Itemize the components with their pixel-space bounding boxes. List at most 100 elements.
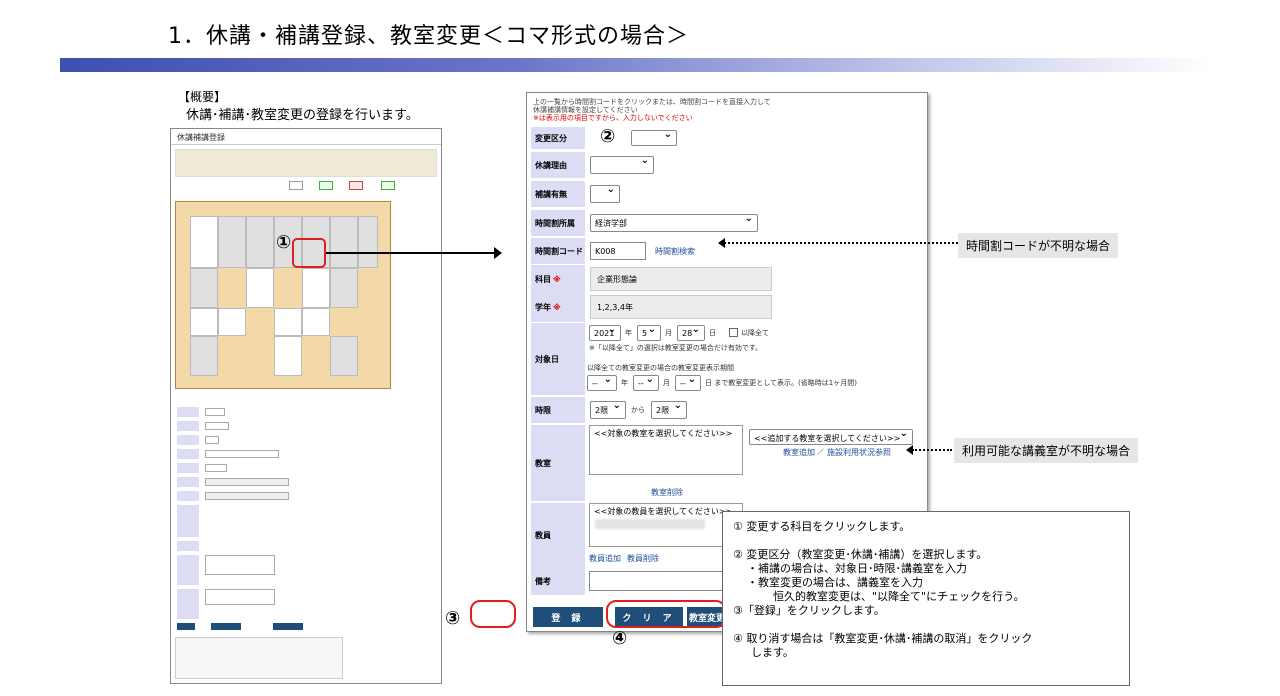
screen-thumbnail: 休講補講登録 <box>170 128 442 684</box>
subject-display-mark: ※ <box>553 275 561 284</box>
callout-unknown-room: 利用可能な講義室が不明な場合 <box>954 438 1139 463</box>
delete-teacher-link[interactable]: 教員削除 <box>627 553 659 564</box>
thumbnail-form-label <box>177 589 199 619</box>
subject-label: 科目 ※ <box>531 265 585 294</box>
period-from-select[interactable]: 2限 <box>590 400 626 419</box>
add-classroom-select[interactable]: <<追加する教室を選択してください>> <box>749 428 913 445</box>
row-target-date: 対象日 2021 年 5 月 28 日 以降全て ※「以降全て」の選択は教室変更… <box>531 323 925 395</box>
makeup-select[interactable] <box>590 184 620 203</box>
target-classroom-listbox[interactable]: <<対象の教室を選択してください>> <box>589 425 743 475</box>
add-classroom-link[interactable]: 教室追加 <box>783 447 815 458</box>
affiliation-select[interactable]: 経済学部 <box>590 213 758 232</box>
timetable-cell <box>330 336 358 376</box>
from-month-select[interactable]: -- <box>633 374 659 391</box>
period-kara: から <box>631 406 645 414</box>
thumbnail-form-label <box>177 463 199 473</box>
intro-line-3: ※は表示用の項目ですから、入力しないでください <box>533 114 693 122</box>
thumbnail-form <box>175 391 353 621</box>
all-after-checkbox[interactable] <box>729 328 738 337</box>
from-month-unit: 月 <box>663 379 670 387</box>
day-unit: 日 <box>709 329 716 337</box>
callout-dotted-line <box>724 242 958 244</box>
thumbnail-form-field <box>205 436 219 444</box>
register-button[interactable]: 登 録 <box>533 607 603 627</box>
classroom-label: 教室 <box>531 425 585 501</box>
month-unit: 月 <box>665 329 672 337</box>
cancel-reason-label: 休講理由 <box>531 152 585 178</box>
note-step-1: ① 変更する科目をクリックします。 <box>733 520 911 533</box>
note-step-4a: ④ 取り消す場合は「教室変更･休講･補講の取消」をクリック <box>733 632 1033 645</box>
from-year-select[interactable]: -- <box>587 374 617 391</box>
change-type-select[interactable] <box>631 129 677 146</box>
callout-dotted-line <box>912 449 952 451</box>
grade-label-text: 学年 <box>535 303 551 312</box>
cancel-reason-select[interactable] <box>590 155 654 174</box>
year-select[interactable]: 2021 <box>589 324 621 341</box>
thumbnail-form-field <box>205 450 279 458</box>
subject-label-text: 科目 <box>535 275 551 284</box>
remarks-input[interactable] <box>589 571 739 591</box>
timetable-cell <box>330 268 358 308</box>
title-gradient-bar <box>60 58 1210 72</box>
step-marker-3: ③ <box>445 608 461 629</box>
redacted-teacher-name <box>595 519 705 529</box>
thumbnail-form-label <box>177 505 199 537</box>
thumbnail-button <box>289 181 303 190</box>
note-step-2b: ・教室変更の場合は、講義室を入力 <box>747 576 923 589</box>
target-date-label: 対象日 <box>531 323 585 395</box>
facility-usage-link[interactable]: 施設利用状況参照 <box>827 447 891 458</box>
period-suffix: 日 まで教室変更として表示。(省略時は1ヶ月間) <box>705 379 857 387</box>
thumbnail-form-field <box>205 422 229 430</box>
thumbnail-form-label <box>177 491 199 501</box>
thumbnail-form-label <box>177 477 199 487</box>
thumbnail-search-panel <box>175 149 437 177</box>
timetable-cell <box>274 336 302 376</box>
arrow-line <box>326 252 496 254</box>
grade-display: 1,2,3,4年 <box>590 295 772 319</box>
timetable-cell <box>358 216 378 268</box>
thumbnail-form-field <box>205 589 275 605</box>
overview-heading: 【概要】 <box>178 90 227 104</box>
thumbnail-timetable-grid <box>175 201 391 389</box>
timetable-cell <box>246 216 274 268</box>
add-teacher-link[interactable]: 教員追加 <box>589 553 621 564</box>
timetable-cell <box>274 308 302 336</box>
thumbnail-log-area <box>175 637 343 679</box>
timetable-code-input[interactable]: K008 <box>590 242 646 260</box>
to-day-select[interactable]: -- <box>675 374 701 391</box>
link-separator: ／ <box>817 448 824 456</box>
row-change-type: 変更区分 <box>531 127 925 149</box>
instruction-notes: ① 変更する科目をクリックします。 ② 変更区分（教室変更･休講･補講）を選択し… <box>722 511 1130 686</box>
timetable-cell <box>330 216 358 268</box>
thumbnail-form-field <box>205 478 289 486</box>
highlight-oval-cancel <box>606 600 726 628</box>
timetable-search-link[interactable]: 時間割検索 <box>655 246 695 257</box>
thumbnail-register-button <box>177 623 195 630</box>
thumbnail-form-label <box>177 449 199 459</box>
row-period: 時限 2限 から 2限 <box>531 397 925 423</box>
note-step-4b: します。 <box>751 646 794 659</box>
form-intro: 上の一覧から時間割コードをクリックまたは、時間割コードを直接入力して 休講補講情… <box>527 93 927 127</box>
note-step-3: ③「登録」をクリックします。 <box>733 604 885 617</box>
highlight-oval-register <box>470 600 516 628</box>
remarks-label: 備考 <box>531 567 585 595</box>
thumbnail-clear-button <box>211 623 241 630</box>
note-step-2: ② 変更区分（教室変更･休講･補講）を選択します。 <box>733 548 988 561</box>
timetable-code-label: 時間割コード <box>531 238 585 264</box>
makeup-label: 補講有無 <box>531 181 585 207</box>
thumbnail-form-field <box>205 408 225 416</box>
timetable-cell <box>190 216 218 268</box>
from-year-unit: 年 <box>621 379 628 387</box>
period-to-select[interactable]: 2限 <box>651 400 687 419</box>
day-select[interactable]: 28 <box>677 324 705 341</box>
thumbnail-form-label <box>177 435 199 445</box>
thumbnail-button-row <box>175 180 437 190</box>
subject-display: 企業形態論 <box>590 267 772 291</box>
intro-line-1: 上の一覧から時間割コードをクリックまたは、時間割コードを直接入力して <box>533 98 771 106</box>
thumbnail-form-field <box>205 464 227 472</box>
period-label: 時限 <box>531 397 585 423</box>
delete-classroom-link[interactable]: 教室削除 <box>651 487 683 498</box>
all-after-label: 以降全て <box>741 329 769 337</box>
row-makeup: 補講有無 <box>531 181 925 207</box>
month-select[interactable]: 5 <box>637 324 661 341</box>
